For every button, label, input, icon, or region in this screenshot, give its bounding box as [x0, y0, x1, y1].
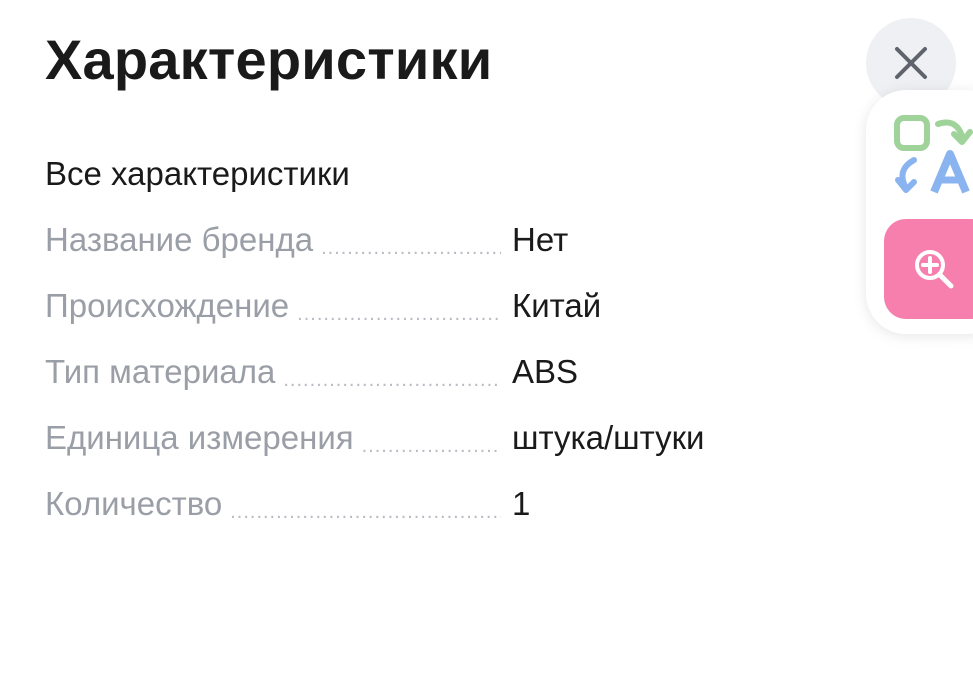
spec-label: Происхождение — [45, 287, 290, 324]
spec-label: Единица измерения — [45, 419, 354, 456]
dotted-leader: ........................................… — [361, 435, 501, 457]
spec-label: Название бренда — [45, 221, 314, 258]
spec-value: Китай — [512, 287, 602, 324]
dotted-leader: ........................................… — [230, 501, 501, 523]
dotted-leader: ........................................… — [283, 369, 501, 391]
spec-row-quantity: Количество .............................… — [45, 482, 765, 548]
zoom-in-icon — [915, 250, 954, 289]
spec-list: Название бренда ........................… — [45, 218, 765, 548]
specifications-page: Характеристики Все характеристики Назван… — [0, 0, 973, 700]
spec-value: 1 — [512, 485, 531, 522]
spec-value: Нет — [512, 221, 569, 258]
translate-icon — [894, 115, 973, 194]
translate-button[interactable] — [892, 108, 973, 198]
spec-row-origin: Происхождение ..........................… — [45, 284, 765, 350]
zoom-button[interactable] — [884, 219, 973, 319]
spec-row-material: Тип материала ..........................… — [45, 350, 765, 416]
spec-row-unit: Единица измерения ......................… — [45, 416, 765, 482]
spec-row-brand: Название бренда ........................… — [45, 218, 765, 284]
spec-label: Количество — [45, 485, 223, 522]
dotted-leader: ........................................… — [297, 303, 501, 325]
page-title: Характеристики — [45, 28, 493, 91]
dotted-leader: ........................................… — [321, 237, 501, 259]
spec-value: штука/штуки — [512, 419, 705, 456]
section-title: Все характеристики — [45, 155, 350, 192]
spec-label: Тип материала — [45, 353, 276, 390]
close-icon — [895, 47, 927, 79]
spec-value: ABS — [512, 353, 579, 390]
